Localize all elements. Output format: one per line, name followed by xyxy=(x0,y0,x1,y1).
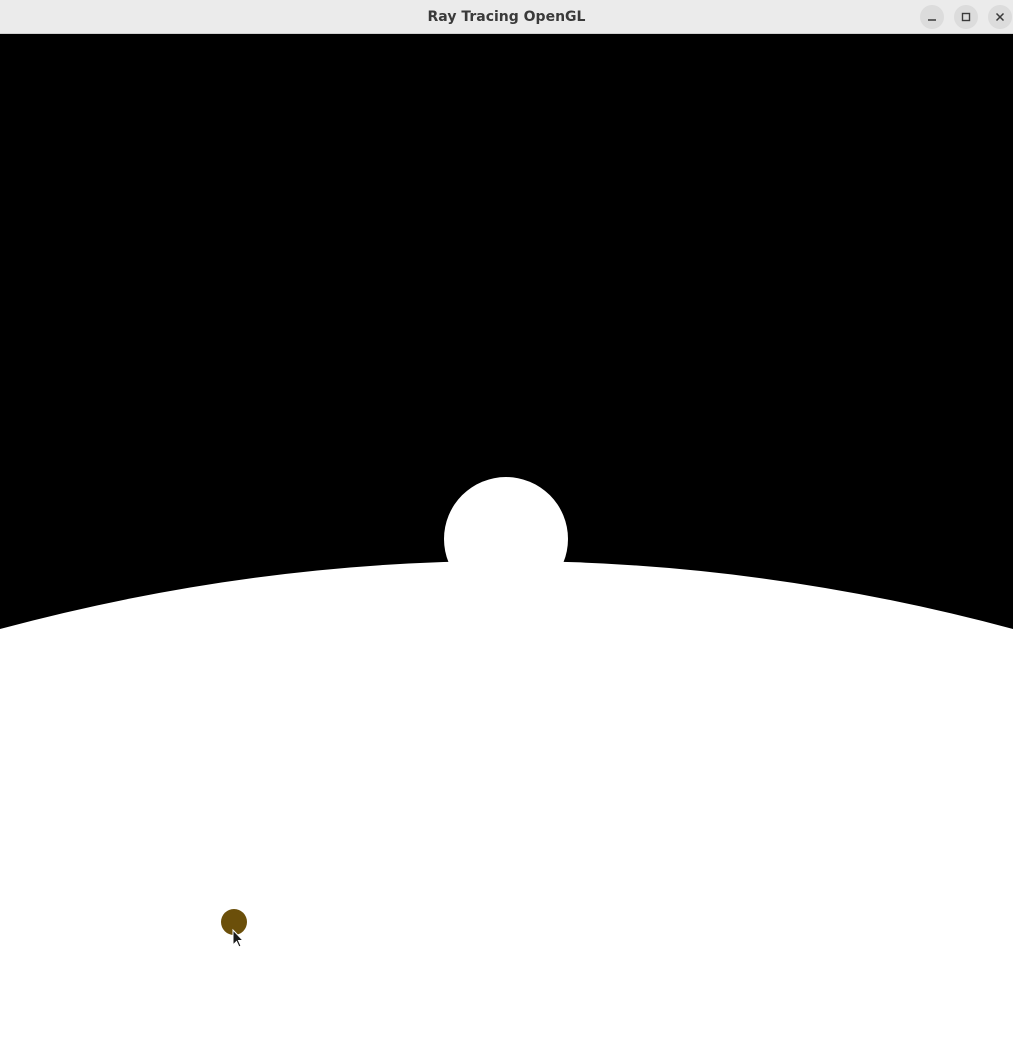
minimize-icon xyxy=(928,19,936,21)
close-button[interactable] xyxy=(988,5,1012,29)
minimize-button[interactable] xyxy=(920,5,944,29)
rendered-scene xyxy=(0,35,1013,1050)
render-viewport[interactable] xyxy=(0,35,1013,1050)
app-window: Ray Tracing OpenGL xyxy=(0,0,1013,1050)
maximize-button[interactable] xyxy=(954,5,978,29)
ground-sphere xyxy=(0,561,1013,1050)
title-bar[interactable]: Ray Tracing OpenGL xyxy=(0,0,1013,34)
close-icon xyxy=(995,12,1005,22)
window-title: Ray Tracing OpenGL xyxy=(427,9,586,25)
maximize-icon xyxy=(961,12,971,22)
